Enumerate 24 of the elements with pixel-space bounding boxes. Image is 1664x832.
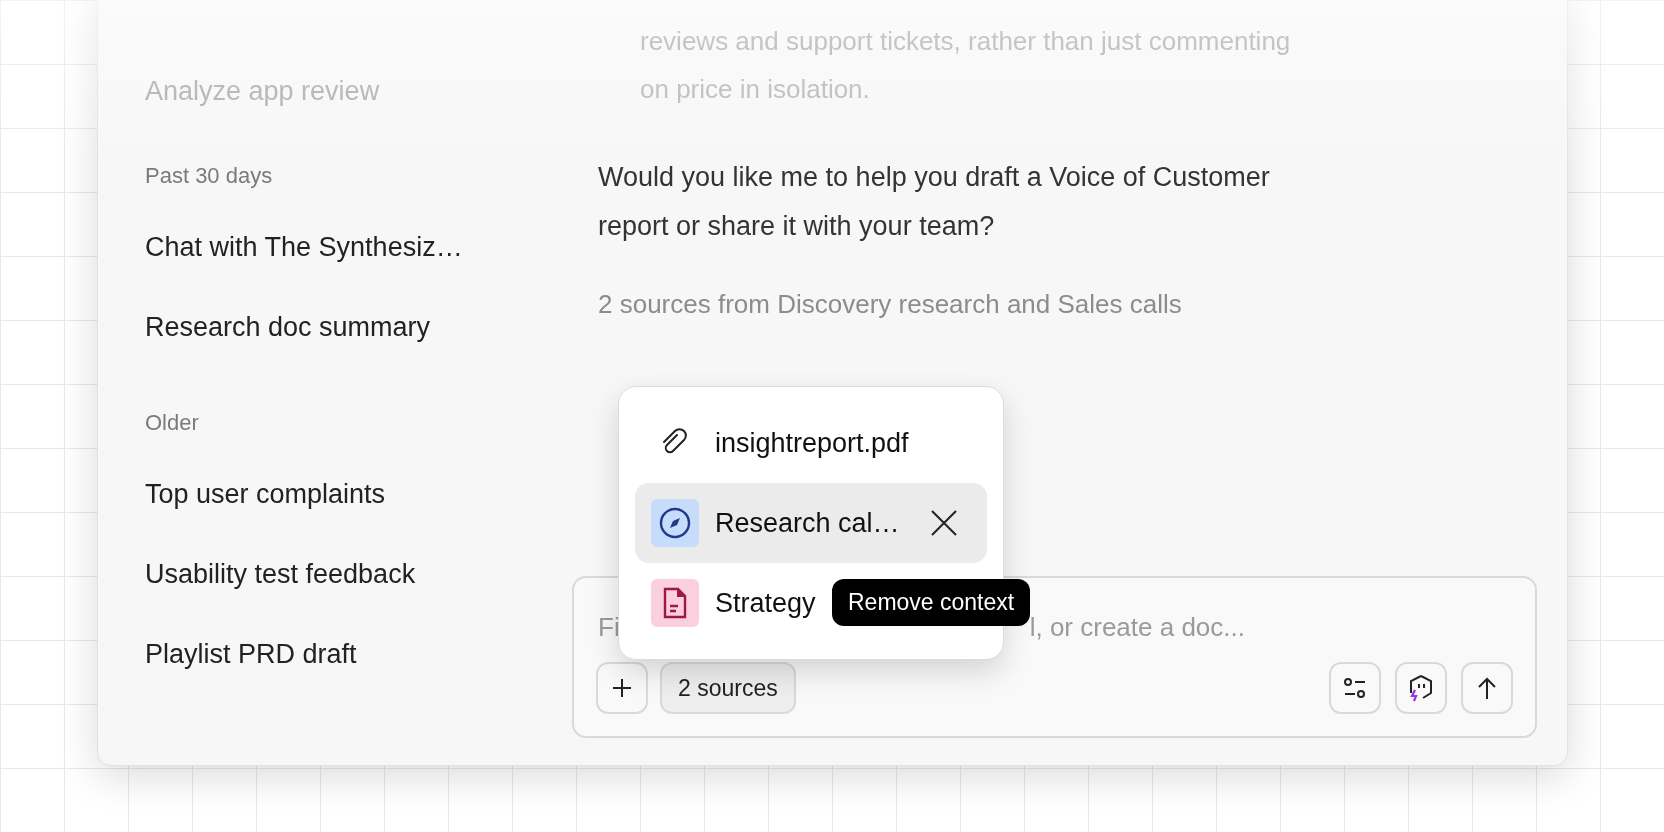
assistant-button[interactable] [1395,662,1447,714]
chat-history-item[interactable]: Usability test feedback [145,550,416,598]
section-heading: Past 30 days [145,162,273,190]
section-heading: Older [145,409,199,437]
settings-button[interactable] [1329,662,1381,714]
plus-icon [611,677,633,699]
sources-button[interactable]: 2 sources [660,662,796,714]
document-icon [651,579,699,627]
tooltip: Remove context [832,579,1031,626]
chat-history-item[interactable]: Playlist PRD draft [145,630,357,678]
sliders-icon [1343,677,1367,699]
add-button[interactable] [596,662,648,714]
chat-history-item[interactable]: Top user complaints [145,470,386,518]
assistant-message: Would you like me to help you draft a Voice of Customer report or share it with your team? [598,161,1271,243]
chat-history-item[interactable]: Research doc summary [145,303,431,351]
arrow-up-icon [1477,676,1497,700]
chat-history-item[interactable]: Chat with The Synthesiz… [145,223,463,271]
compass-icon [651,499,699,547]
send-button[interactable] [1461,662,1513,714]
bot-icon [1408,674,1434,702]
close-icon[interactable] [929,508,959,538]
source-item[interactable]: insightreport.pdf [635,403,987,483]
source-item[interactable]: Research cal… [635,483,987,563]
sources-note: 2 sources from Discovery research and Sales calls [598,288,1182,321]
